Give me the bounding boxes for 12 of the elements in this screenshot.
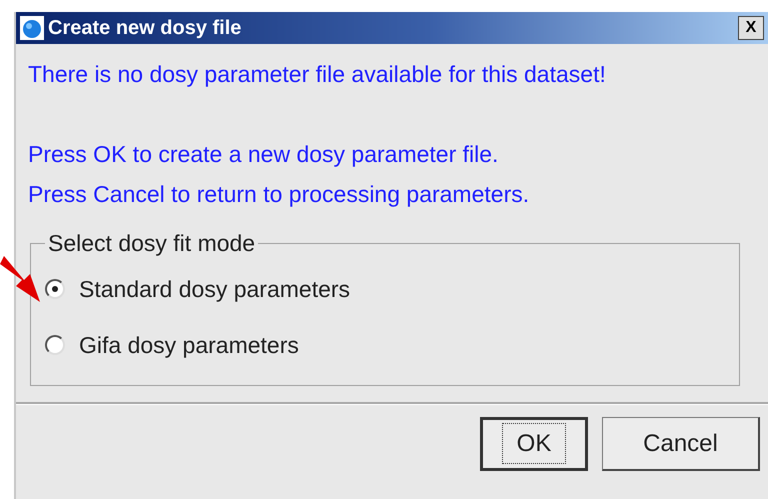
dialog-button[interactable]: Cancel — [602, 417, 760, 471]
message-text: Press Cancel to return to processing parameters. — [28, 180, 530, 209]
group-label: Select dosy fit mode — [47, 230, 256, 257]
dialog-button[interactable]: OK — [480, 417, 588, 471]
message-text: Press OK to create a new dosy parameter file. — [28, 140, 500, 169]
radio-label[interactable]: Gifa dosy parameters — [79, 332, 299, 358]
message-text: There is no dosy parameter file available for this dataset! — [28, 60, 607, 89]
radio-button[interactable] — [45, 279, 65, 299]
close-button[interactable]: X — [738, 16, 764, 40]
window-title: Create new dosy file — [48, 16, 242, 40]
radio-button[interactable] — [45, 335, 65, 355]
radio-label[interactable]: Standard dosy parameters — [79, 276, 350, 302]
